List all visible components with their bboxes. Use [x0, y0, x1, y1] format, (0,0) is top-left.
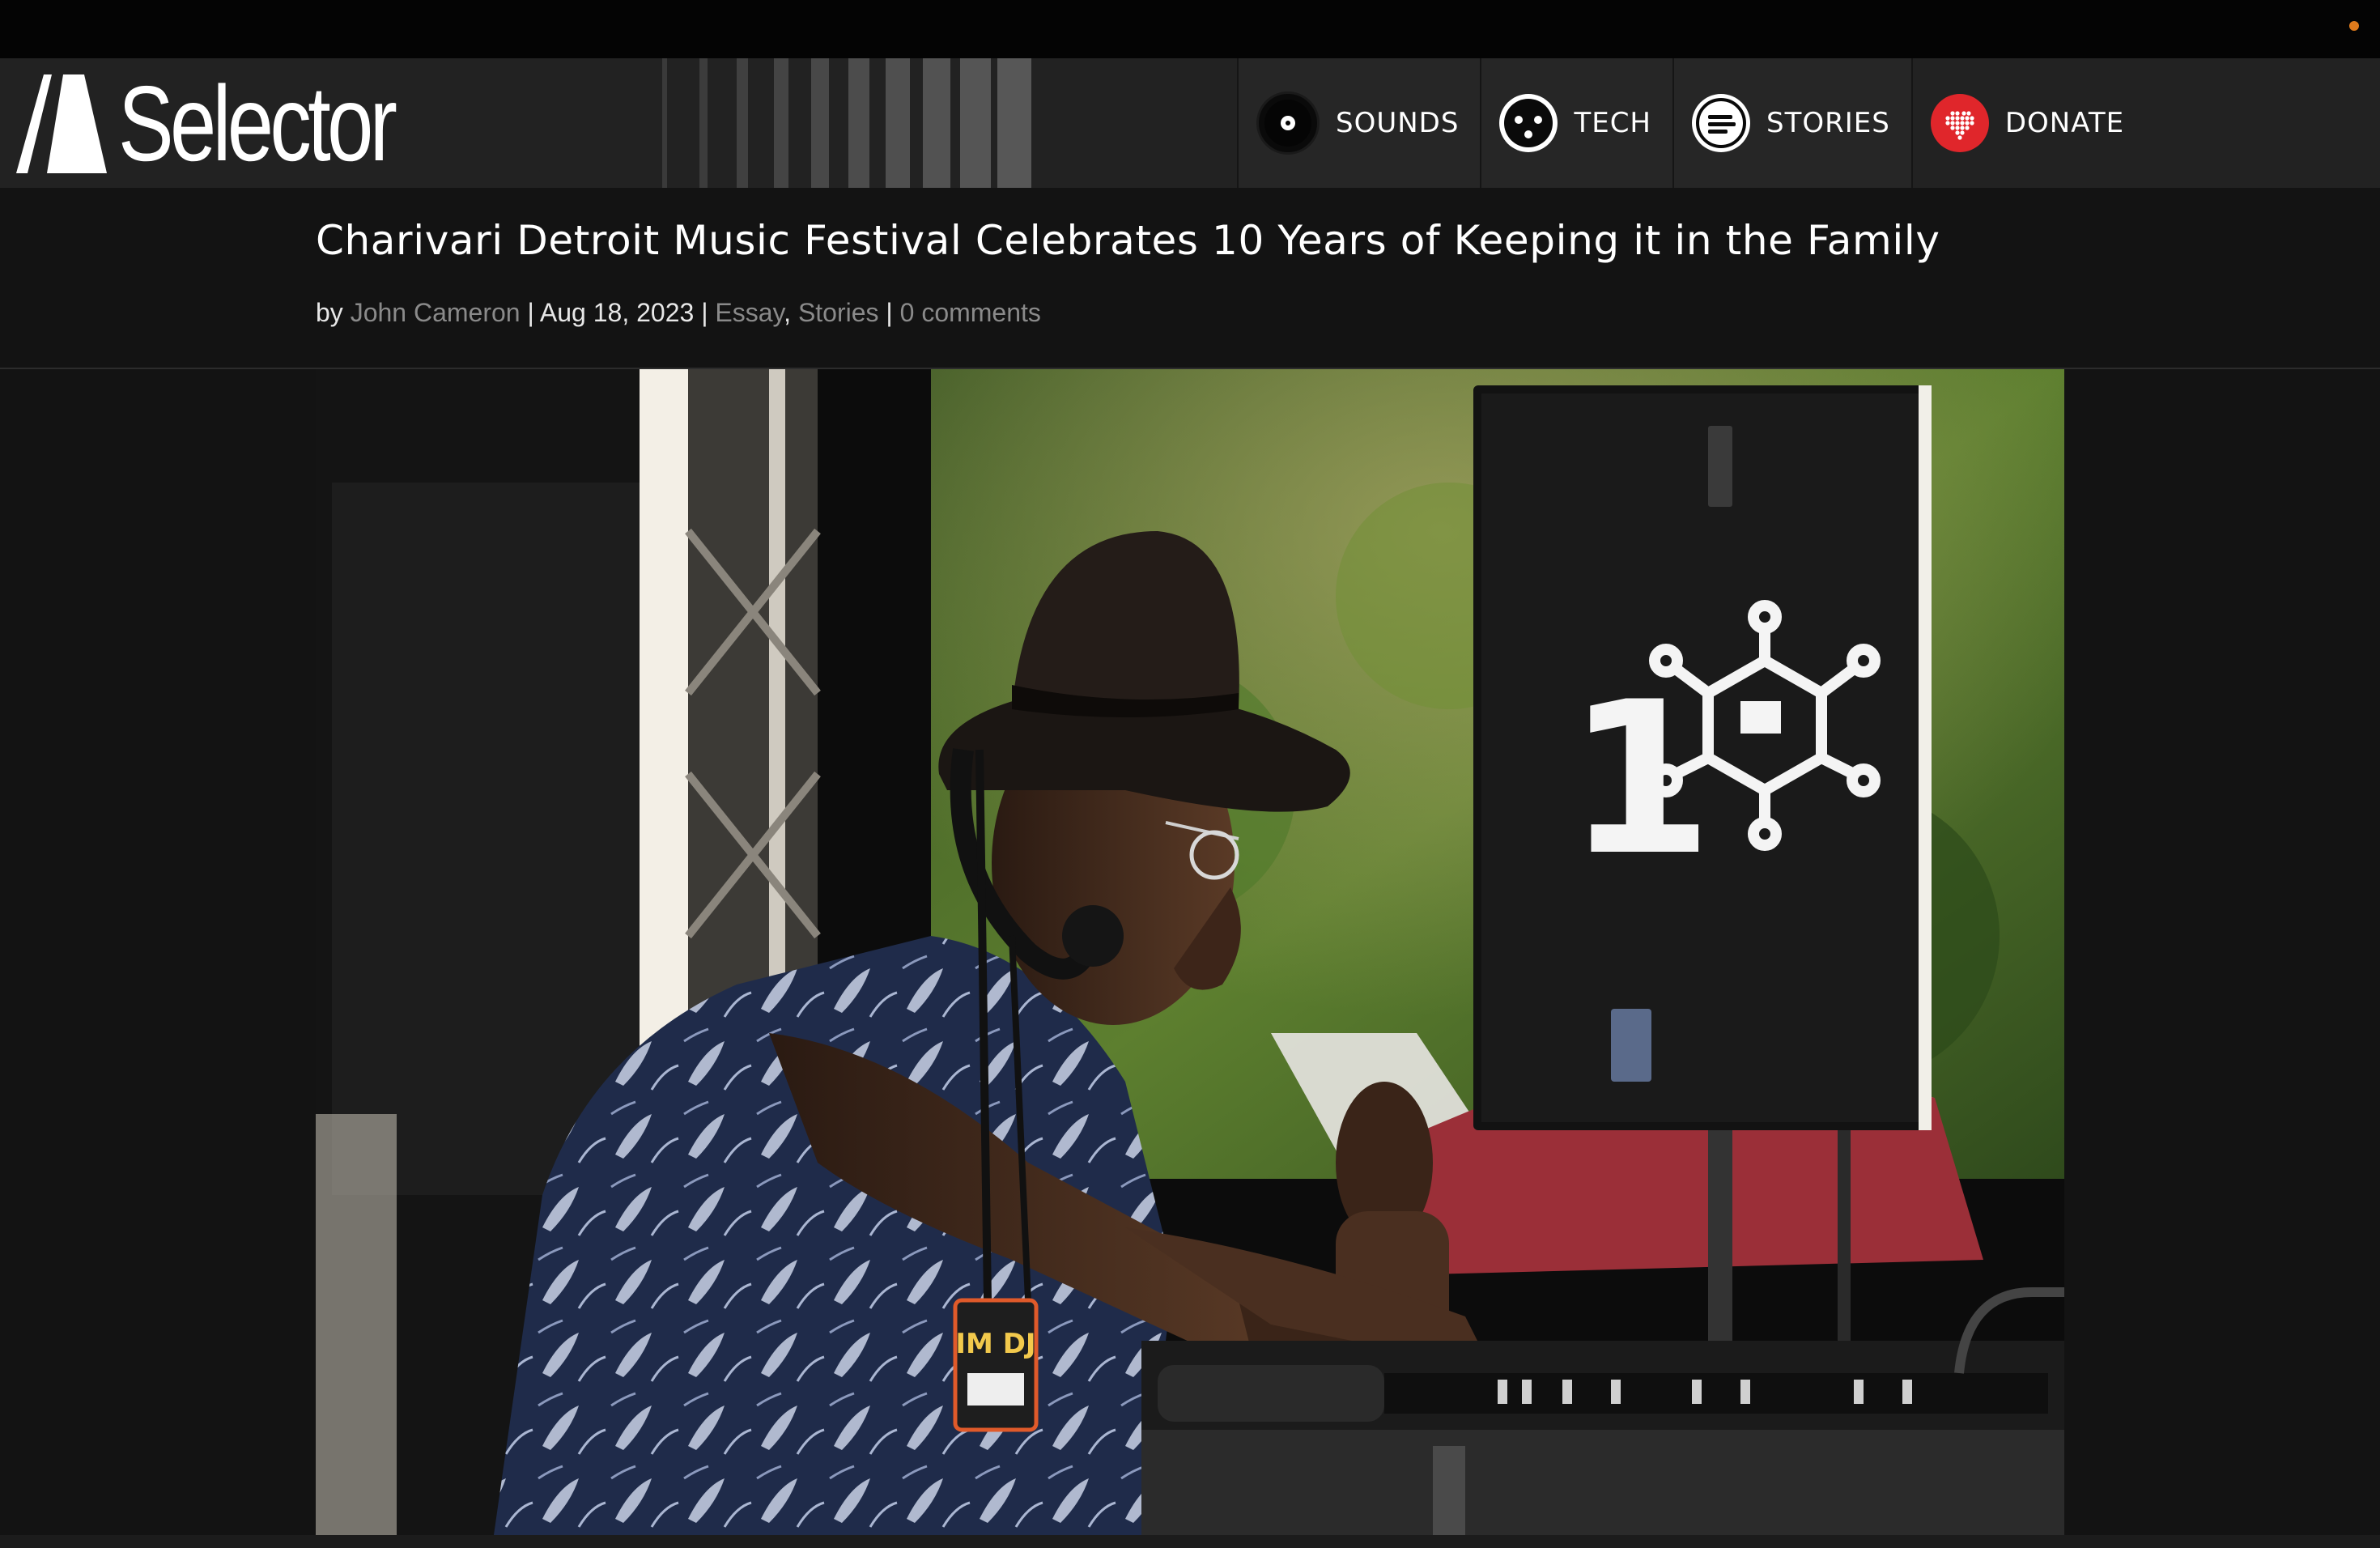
comments-link[interactable]: 0 comments — [900, 298, 1041, 327]
selector-logo-icon — [16, 74, 107, 173]
notification-dot — [2349, 21, 2359, 31]
site-header: Selector SOUNDS TECH STORIES DONATE — [0, 58, 2380, 191]
bottom-scroll-strip — [0, 1535, 2380, 1548]
nav-label-donate: DONATE — [2004, 107, 2125, 139]
text-lines-icon — [1692, 94, 1750, 152]
nav-item-stories[interactable]: STORIES — [1672, 58, 1911, 188]
site-name: Selector — [118, 64, 397, 183]
nav-item-tech[interactable]: TECH — [1480, 58, 1672, 188]
meta-separator: | — [527, 298, 534, 327]
hero-image: 1 IM DJ — [316, 369, 2064, 1535]
nav-label-tech: TECH — [1574, 107, 1651, 139]
lanyard-badge-text: IM DJ — [955, 1328, 1035, 1360]
meta-separator: | — [701, 298, 708, 327]
publish-date: Aug 18, 2023 — [539, 298, 695, 327]
article-title: Charivari Detroit Music Festival Celebra… — [316, 217, 1940, 264]
article-meta: by John Cameron | Aug 18, 2023 | Essay, … — [316, 298, 1041, 328]
main-nav: SOUNDS TECH STORIES DONATE — [1237, 58, 2145, 188]
nav-item-sounds[interactable]: SOUNDS — [1237, 58, 1481, 188]
category-link-stories[interactable]: Stories — [798, 298, 879, 327]
heart-grid-icon — [1930, 94, 1989, 152]
browser-top-bar — [0, 0, 2380, 58]
hero-photo-dj: 1 IM DJ — [316, 369, 2064, 1535]
face-icon — [1499, 94, 1558, 152]
article-header: Charivari Detroit Music Festival Celebra… — [0, 188, 2380, 369]
meta-comma: , — [784, 298, 792, 327]
record-icon — [1256, 91, 1320, 155]
speaker-number: 1 — [1566, 657, 1713, 902]
author-link[interactable]: John Cameron — [351, 298, 521, 327]
page: Selector SOUNDS TECH STORIES DONATE Char… — [0, 0, 2380, 1548]
nav-item-donate[interactable]: DONATE — [1910, 58, 2145, 188]
meta-separator: | — [886, 298, 893, 327]
meta-by: by — [316, 298, 343, 327]
nav-label-stories: STORIES — [1766, 107, 1890, 139]
category-link-essay[interactable]: Essay — [715, 298, 784, 327]
header-stripes-decoration — [662, 58, 1031, 188]
nav-label-sounds: SOUNDS — [1336, 107, 1460, 139]
site-logo[interactable]: Selector — [16, 64, 471, 183]
